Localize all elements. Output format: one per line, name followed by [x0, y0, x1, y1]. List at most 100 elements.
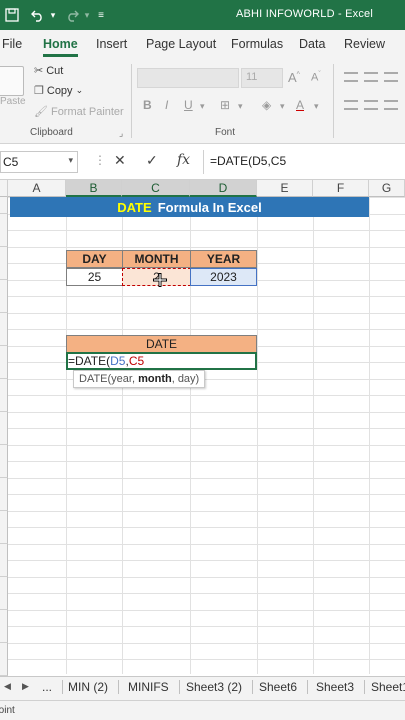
cancel-icon[interactable]: ✕ [114, 152, 126, 169]
sheet-tab-sheet3[interactable]: Sheet3 [316, 680, 366, 694]
row-header[interactable] [0, 412, 8, 429]
row-header[interactable] [0, 230, 8, 247]
sheet-tab-more[interactable]: ... [42, 680, 64, 694]
align-left-icon[interactable] [344, 100, 358, 110]
tab-review[interactable]: Review [344, 37, 385, 51]
undo-icon[interactable] [28, 5, 48, 25]
select-all-corner[interactable] [0, 180, 8, 197]
sheet-tab-sheet6[interactable]: Sheet6 [259, 680, 309, 694]
column-header-e[interactable]: E [257, 180, 313, 197]
header-day[interactable]: DAY [66, 250, 123, 268]
row-header[interactable] [0, 461, 8, 478]
paste-button[interactable]: Paste [0, 96, 26, 107]
tab-formulas[interactable]: Formulas [231, 37, 283, 51]
paste-icon[interactable] [0, 66, 24, 96]
cell-year-value[interactable]: 2023 [190, 268, 257, 286]
chevron-down-icon[interactable]: ▾ [68, 155, 73, 166]
header-date[interactable]: DATE [66, 335, 257, 353]
more-options-icon[interactable]: ⋮ [94, 153, 106, 167]
undo-dropdown-icon[interactable]: ▾ [48, 5, 58, 25]
redo-dropdown-icon[interactable]: ▾ [82, 5, 92, 25]
redo-icon[interactable] [62, 5, 82, 25]
scroll-left-icon[interactable]: ◀ [4, 681, 11, 692]
row-header[interactable] [0, 329, 8, 346]
row-header[interactable] [0, 610, 8, 627]
increase-font-icon[interactable]: A^ [288, 70, 300, 85]
row-header[interactable] [0, 362, 8, 379]
row-header[interactable] [0, 626, 8, 643]
sheet-tab-min-2[interactable]: MIN (2) [68, 680, 119, 694]
row-header[interactable] [0, 263, 8, 280]
tab-file[interactable]: File [2, 37, 22, 51]
sheet-tab-sheet1[interactable]: Sheet1 [371, 680, 405, 694]
underline-dropdown-icon[interactable]: ▾ [200, 101, 205, 112]
row-header[interactable] [0, 296, 8, 313]
row-header[interactable] [0, 428, 8, 445]
row-header[interactable] [0, 494, 8, 511]
fill-dropdown-icon[interactable]: ▾ [280, 101, 285, 112]
italic-icon[interactable]: I [165, 98, 168, 112]
row-header[interactable] [0, 445, 8, 462]
dialog-launcher-icon[interactable]: ⌟ [119, 128, 123, 139]
scroll-right-icon[interactable]: ▶ [22, 681, 29, 692]
row-header[interactable] [0, 478, 8, 495]
column-header-f[interactable]: F [313, 180, 369, 197]
row-header[interactable] [0, 577, 8, 594]
row-header[interactable] [0, 379, 8, 396]
row-header[interactable] [0, 280, 8, 297]
tab-data[interactable]: Data [299, 37, 325, 51]
tab-page-layout[interactable]: Page Layout [146, 37, 216, 51]
tab-insert[interactable]: Insert [96, 37, 127, 51]
column-header-g[interactable]: G [369, 180, 405, 197]
align-middle-icon[interactable] [364, 72, 378, 82]
borders-dropdown-icon[interactable]: ▾ [238, 101, 243, 112]
header-month[interactable]: MONTH [122, 250, 191, 268]
copy-button[interactable]: ❐ Copy ⌄ [34, 84, 83, 98]
tab-home[interactable]: Home [43, 37, 78, 57]
font-color-icon[interactable]: A [296, 98, 304, 112]
row-header[interactable] [0, 659, 8, 676]
fill-color-icon[interactable]: ◈ [262, 98, 271, 112]
row-header[interactable] [0, 313, 8, 330]
sheet-tab-minifs[interactable]: MINIFS [128, 680, 180, 694]
font-color-dropdown-icon[interactable]: ▾ [314, 101, 319, 112]
align-right-icon[interactable] [384, 100, 398, 110]
underline-icon[interactable]: U [184, 98, 193, 112]
function-tooltip[interactable]: DATE(year, month, day) [73, 370, 206, 388]
row-header[interactable] [0, 643, 8, 660]
font-name-select[interactable] [137, 68, 239, 88]
align-bottom-icon[interactable] [384, 72, 398, 82]
decrease-font-icon[interactable]: Aˇ [311, 71, 321, 84]
formula-input[interactable]: =DATE(D5,C5 [210, 154, 286, 168]
row-header[interactable] [0, 593, 8, 610]
align-center-icon[interactable] [364, 100, 378, 110]
row-header[interactable] [0, 511, 8, 528]
column-header-c[interactable]: C [122, 180, 190, 197]
borders-icon[interactable]: ⊞ [220, 98, 230, 112]
font-size-select[interactable]: 11 [241, 68, 283, 88]
row-header[interactable] [0, 527, 8, 544]
enter-icon[interactable]: ✓ [146, 152, 158, 169]
row-header[interactable] [0, 247, 8, 264]
row-header[interactable] [0, 197, 8, 214]
customize-toolbar-icon[interactable]: ≡ [94, 5, 108, 25]
row-header[interactable] [0, 560, 8, 577]
bold-icon[interactable]: B [143, 98, 152, 112]
header-year[interactable]: YEAR [190, 250, 257, 268]
row-header[interactable] [0, 214, 8, 231]
column-header-b[interactable]: B [66, 180, 122, 197]
row-header[interactable] [0, 544, 8, 561]
save-icon[interactable] [2, 5, 22, 25]
insert-function-icon[interactable]: fx [177, 152, 190, 168]
sheet-tab-sheet3-2[interactable]: Sheet3 (2) [186, 680, 254, 694]
formula-edit-cell[interactable]: =DATE(D5, C5 [66, 352, 257, 370]
name-box[interactable]: C5 ▾ [0, 151, 78, 173]
align-top-icon[interactable] [344, 72, 358, 82]
row-header[interactable] [0, 346, 8, 363]
format-painter-button[interactable]: 🖌 Format Painter [34, 105, 124, 119]
cut-button[interactable]: ✂ Cut [34, 64, 63, 78]
row-header[interactable] [0, 395, 8, 412]
column-header-d[interactable]: D [190, 180, 257, 197]
cell-day-value[interactable]: 25 [66, 268, 123, 286]
column-header-a[interactable]: A [8, 180, 66, 197]
